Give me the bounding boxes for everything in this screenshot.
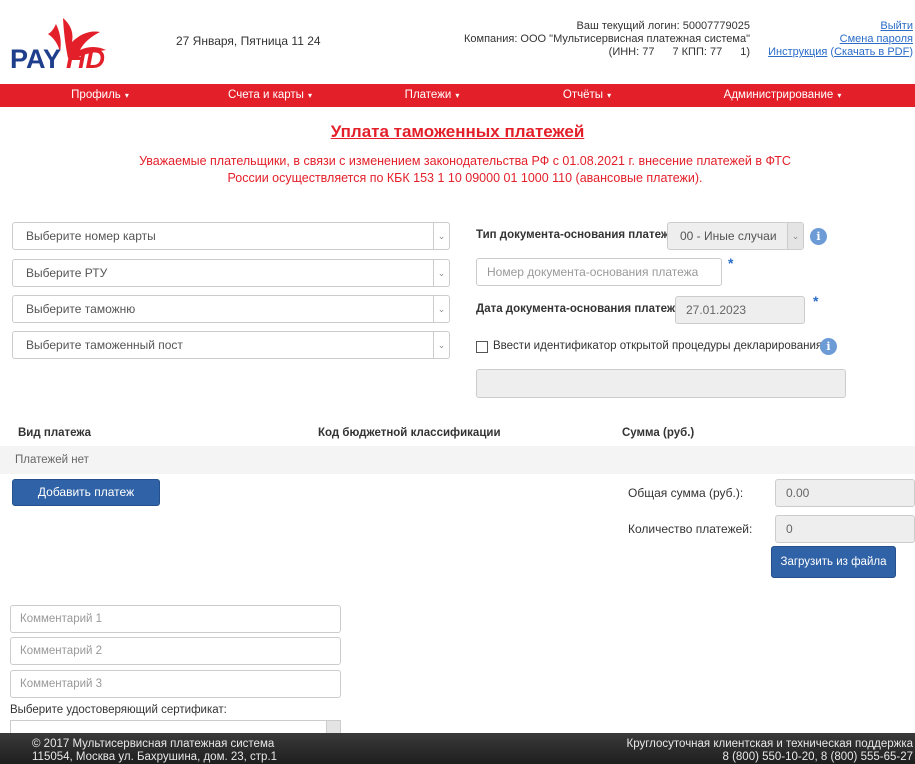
page-title: Уплата таможенных платежей (330, 122, 585, 141)
instruction-paren-close: ) (909, 46, 913, 58)
total-sum-label: Общая сумма (руб.): (628, 486, 744, 500)
inn-text: (ИНН: 77 (608, 46, 655, 58)
doc-number-input[interactable]: Номер документа-основания платежа (476, 258, 722, 286)
footer-left: © 2017 Мультисервисная платежная система… (32, 738, 277, 764)
empty-table-row: Платежей нет (0, 446, 915, 474)
login-text: Ваш текущий логин: 50007779025 (576, 20, 751, 32)
column-header-payment-type: Вид платежа (18, 427, 92, 439)
rtu-select[interactable]: Выберите РТУ ⌄ (12, 259, 450, 287)
footer-support-label: Круглосуточная клиентская и техническая … (626, 738, 913, 750)
doc-type-select-value: 00 - Иные случаи (680, 229, 777, 243)
logo-graphic: PAY HD (10, 18, 106, 74)
info-icon[interactable]: i (820, 338, 837, 355)
change-password-link[interactable]: Смена пароля (840, 33, 913, 45)
nav-profile-label: Профиль (71, 89, 121, 101)
upload-from-file-button[interactable]: Загрузить из файла (771, 546, 896, 578)
column-header-amount: Сумма (руб.) (622, 427, 695, 439)
chevron-down-icon: ⌄ (433, 260, 449, 286)
nav-accounts-label: Счета и карты (228, 89, 304, 101)
chevron-down-icon: ▾ (607, 91, 612, 100)
required-mark: * (728, 255, 734, 271)
footer-copyright: © 2017 Мультисервисная платежная система (32, 738, 275, 750)
chevron-down-icon: ⌄ (787, 223, 803, 249)
header: PAY HD 27 Января, Пятница 11 24 Ваш теку… (0, 0, 915, 84)
nav-payments[interactable]: Платежи ▾ (340, 84, 524, 107)
download-pdf-link[interactable]: Скачать в PDF (834, 46, 909, 58)
rtu-select-value: Выберите РТУ (26, 266, 108, 280)
footer-address: 115054, Москва ул. Бахрушина, дом. 23, с… (32, 751, 278, 763)
declaration-checkbox[interactable] (476, 341, 488, 353)
chevron-down-icon: ⌄ (433, 296, 449, 322)
svg-text:PAY: PAY (10, 44, 61, 72)
doc-date-input[interactable]: 27.01.2023 (675, 296, 805, 324)
declaration-id-input[interactable] (476, 369, 846, 398)
current-date: 27 Января, Пятница 11 24 (176, 34, 321, 48)
payment-count-field: 0 (775, 515, 915, 543)
inn-kpp: (ИНН: 77 7 КПП: 77 1) (410, 46, 750, 59)
chevron-down-icon: ▾ (124, 91, 129, 100)
column-header-kbk: Код бюджетной классификации (318, 427, 501, 439)
doc-type-select[interactable]: 00 - Иные случаи ⌄ (667, 222, 804, 250)
info-icon[interactable]: i (810, 228, 827, 245)
customs-select[interactable]: Выберите таможню ⌄ (12, 295, 450, 323)
comment-2-input[interactable]: Комментарий 2 (10, 637, 341, 665)
instruction-link[interactable]: Инструкция (768, 46, 827, 58)
comment-1-input[interactable]: Комментарий 1 (10, 605, 341, 633)
card-number-select[interactable]: Выберите номер карты ⌄ (12, 222, 450, 250)
kpp-text: 7 КПП: 77 (672, 46, 723, 58)
card-number-select-value: Выберите номер карты (26, 229, 156, 243)
footer-support-phones: 8 (800) 550-10-20, 8 (800) 555-65-27 (722, 751, 913, 763)
kpp-end-text: 1) (740, 46, 750, 58)
notice-line-2: России осуществляется по КБК 153 1 10 09… (227, 171, 703, 185)
nav-reports[interactable]: Отчёты ▾ (524, 84, 650, 107)
customs-post-select[interactable]: Выберите таможенный пост ⌄ (12, 331, 450, 359)
notice-line-1: Уважаемые плательщики, в связи с изменен… (139, 154, 791, 168)
nav-reports-label: Отчёты (562, 89, 604, 101)
main-nav: Профиль ▾ Счета и карты ▾ Платежи ▾ Отчёты ▾… (0, 84, 915, 107)
nav-admin-label: Администрирование (723, 89, 834, 101)
payment-count-label: Количество платежей: (628, 522, 753, 536)
required-mark: * (813, 293, 819, 309)
header-links: Выйти Смена пароля Инструкция (Скачать в… (768, 20, 913, 59)
certificate-label: Выберите удостоверяющий сертификат: (10, 704, 227, 716)
notice-text: Уважаемые плательщики, в связи с изменен… (100, 153, 830, 187)
chevron-down-icon: ▾ (837, 91, 842, 100)
footer-right: Круглосуточная клиентская и техническая … (627, 738, 913, 764)
nav-payments-label: Платежи (404, 89, 452, 101)
customs-select-value: Выберите таможню (26, 302, 136, 316)
comment-3-input[interactable]: Комментарий 3 (10, 670, 341, 698)
payhd-logo[interactable]: PAY HD (8, 14, 118, 74)
chevron-down-icon: ⌄ (433, 332, 449, 358)
certificate-select[interactable] (10, 720, 341, 735)
logout-link[interactable]: Выйти (880, 20, 913, 32)
doc-type-label: Тип документа-основания платежа (476, 229, 676, 241)
nav-profile[interactable]: Профиль ▾ (0, 84, 200, 107)
account-info: Ваш текущий логин: 50007779025 Компания:… (410, 20, 750, 59)
customs-post-select-value: Выберите таможенный пост (26, 338, 183, 352)
footer: © 2017 Мультисервисная платежная система… (0, 733, 915, 764)
chevron-down-icon: ▾ (307, 91, 312, 100)
chevron-down-icon: ⌄ (433, 223, 449, 249)
add-payment-button[interactable]: Добавить платеж (12, 479, 160, 506)
nav-accounts[interactable]: Счета и карты ▾ (200, 84, 340, 107)
declaration-checkbox-label: Ввести идентификатор открытой процедуры … (493, 340, 823, 352)
company-text: Компания: ООО "Мультисервисная платежная… (463, 33, 750, 45)
doc-date-label: Дата документа-основания платежа (476, 303, 682, 315)
nav-admin[interactable]: Администрирование ▾ (650, 84, 915, 107)
svg-text:HD: HD (66, 44, 105, 72)
total-sum-field: 0.00 (775, 479, 915, 507)
chevron-down-icon: ▾ (455, 91, 460, 100)
